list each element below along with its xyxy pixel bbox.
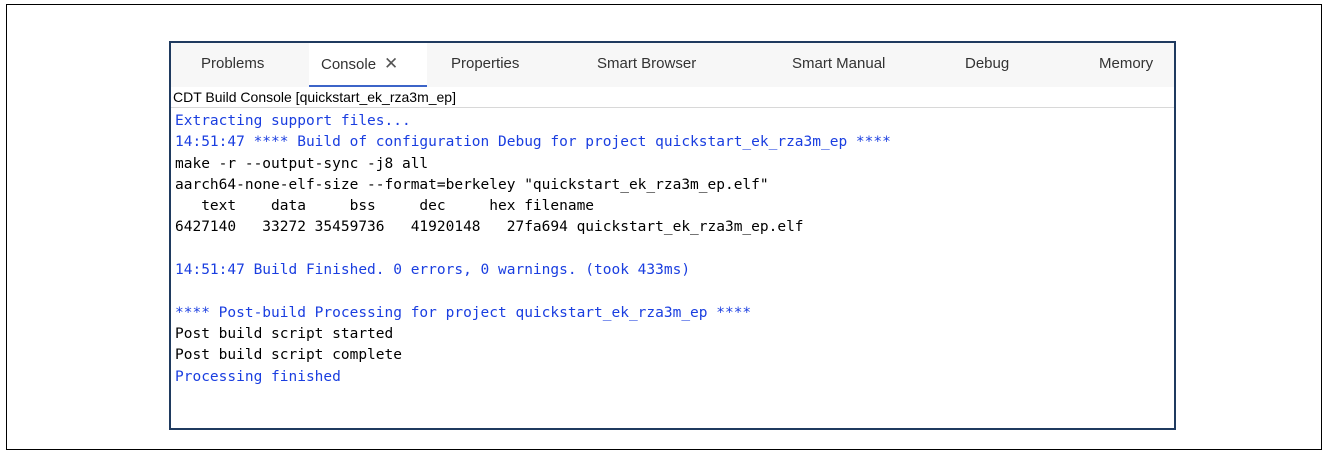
console-line: 6427140 33272 35459736 41920148 27fa694 … [175,219,804,236]
console-output[interactable]: Extracting support files... 14:51:47 ***… [171,108,1174,428]
tab-label: Problems [201,55,265,72]
tab-label: Smart Manual [792,55,886,72]
outer-frame: Problems Console ✕ Properties Smart Brows… [6,4,1322,450]
tab-label: Debug [965,55,1010,72]
console-line: Extracting support files... [175,113,411,129]
tab-label: Console [321,56,377,73]
tab-smart-manual[interactable]: Smart Manual [792,53,885,75]
tab-memory[interactable]: Memory [1099,53,1153,75]
tab-properties[interactable]: Properties [451,53,519,75]
console-line: 14:51:47 **** Build of configuration Deb… [175,134,891,151]
tab-label: Memory [1099,55,1154,72]
console-title: CDT Build Console [quickstart_ek_rza3m_e… [171,87,1174,108]
view-tab-bar: Problems Console ✕ Properties Smart Brows… [171,43,1174,87]
console-line: make -r --output-sync -j8 all [175,155,429,172]
tab-label: Smart Browser [597,55,697,72]
tab-problems[interactable]: Problems [201,53,264,75]
console-line: Post build script complete [175,347,402,364]
console-line: Processing finished [175,368,341,385]
console-view: Problems Console ✕ Properties Smart Brows… [169,41,1176,430]
console-line: text data bss dec hex filename [175,198,595,215]
console-line: aarch64-none-elf-size --format=berkeley … [175,176,769,193]
console-line: Post build script started [175,325,394,342]
console-line: 14:51:47 Build Finished. 0 errors, 0 war… [175,262,691,279]
console-line: **** Post-build Processing for project q… [175,304,752,321]
tab-smart-browser[interactable]: Smart Browser [597,53,696,75]
tab-debug[interactable]: Debug [965,53,1009,75]
tab-console[interactable]: Console ✕ [309,43,427,87]
tab-label: Properties [451,55,520,72]
close-icon[interactable]: ✕ [384,53,398,75]
